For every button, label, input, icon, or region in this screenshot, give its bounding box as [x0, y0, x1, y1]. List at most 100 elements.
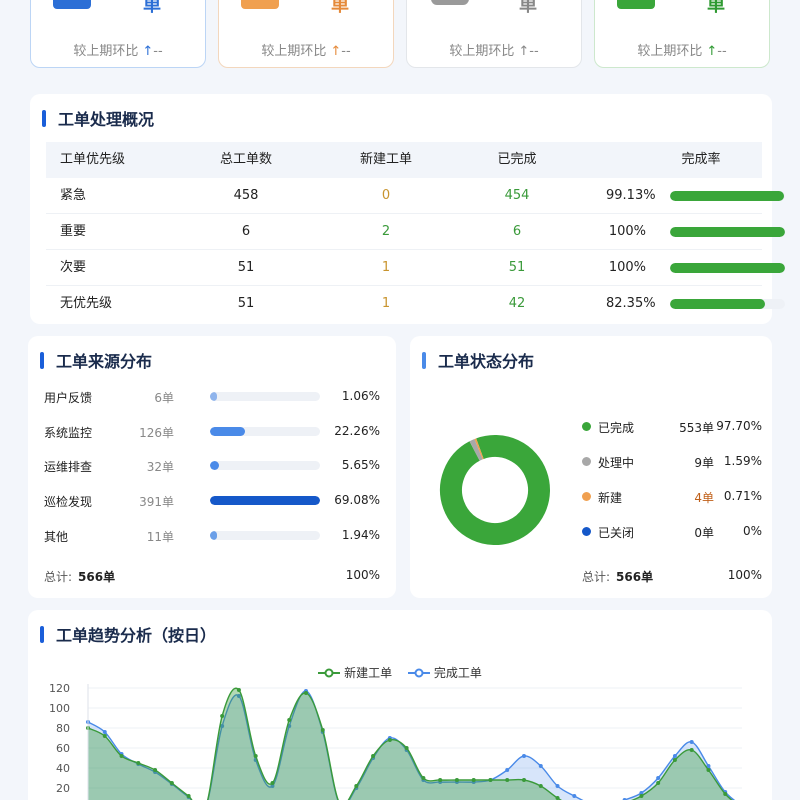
title-accent-bar — [42, 109, 46, 127]
list-item: 已完成 553单 97.70% — [582, 417, 762, 437]
data-point[interactable] — [572, 794, 577, 798]
y-tick-label: 120 — [49, 682, 70, 695]
data-point[interactable] — [689, 740, 694, 744]
kpi-unit: 单 — [331, 0, 349, 16]
arrow-up-icon: ↑ — [518, 44, 530, 59]
col-header-priority: 工单优先级 — [60, 152, 126, 167]
status-total: 总计: 566单 100% — [582, 568, 762, 584]
completion-bar — [670, 263, 785, 273]
data-point[interactable] — [438, 778, 443, 782]
data-point[interactable] — [102, 730, 107, 734]
list-item: 用户反馈 6单 1.06% — [44, 389, 380, 405]
list-item: 已关闭 0单 0% — [582, 522, 762, 542]
data-point[interactable] — [672, 754, 677, 758]
kpi-unit: 单 — [707, 0, 725, 16]
data-point[interactable] — [270, 781, 275, 785]
source-panel: 工单来源分布 用户反馈 6单 1.06% 系统监控 126单 22.26% 运维排查… — [28, 336, 396, 598]
data-point[interactable] — [119, 754, 124, 758]
data-point[interactable] — [672, 758, 677, 762]
ticket-icon — [53, 0, 91, 9]
data-point[interactable] — [488, 778, 493, 782]
data-point[interactable] — [354, 784, 359, 788]
source-bar — [210, 496, 320, 505]
source-bar — [210, 427, 320, 436]
legend-item-done[interactable]: 完成工单 — [407, 664, 482, 681]
list-item: 运维排查 32单 5.65% — [44, 458, 380, 474]
section-title: 工单状态分布 — [422, 348, 534, 372]
table-row: 重要 6 2 6 100% — [46, 214, 785, 250]
data-point[interactable] — [169, 781, 174, 785]
kpi-card-3: 单 较上期环比 ↑-- — [406, 0, 582, 68]
data-point[interactable] — [706, 768, 711, 772]
y-tick-label: 60 — [56, 742, 70, 755]
y-tick-label: 100 — [49, 702, 70, 715]
arrow-up-icon: ↑ — [706, 44, 718, 59]
list-item: 系统监控 126单 22.26% — [44, 424, 380, 440]
ticket-icon — [617, 0, 655, 9]
data-point[interactable] — [689, 748, 694, 752]
source-bar — [210, 461, 320, 470]
data-point[interactable] — [522, 754, 526, 758]
data-point[interactable] — [656, 776, 661, 780]
col-header-done: 已完成 — [497, 152, 537, 167]
data-point[interactable] — [102, 734, 107, 738]
trend-panel: 20 40 60 80 100 120 工单趋势分析（按日） 新建工单 完成工单 — [28, 610, 772, 800]
list-item: 处理中 9单 1.59% — [582, 452, 762, 472]
data-point[interactable] — [471, 778, 476, 782]
data-point[interactable] — [538, 764, 543, 768]
data-point[interactable] — [371, 754, 376, 758]
kpi-card-4: 单 较上期环比 ↑-- — [594, 0, 770, 68]
legend-line-icon — [318, 668, 341, 677]
data-point[interactable] — [421, 776, 426, 780]
kpi-compare: 较上期环比 ↑-- — [637, 44, 727, 59]
title-accent-bar — [40, 625, 44, 643]
ticket-icon — [241, 0, 279, 9]
data-point[interactable] — [555, 796, 560, 800]
data-point[interactable] — [538, 784, 543, 788]
data-point[interactable] — [387, 738, 392, 742]
y-tick-label: 80 — [56, 722, 70, 735]
source-bar — [210, 531, 320, 540]
kpi-compare: 较上期环比 ↑-- — [449, 44, 539, 59]
col-header-rate: 完成率 — [681, 152, 721, 167]
data-point[interactable] — [505, 768, 510, 772]
kpi-compare: 较上期环比 ↑-- — [261, 44, 351, 59]
completion-bar — [670, 227, 785, 237]
status-donut-chart — [439, 434, 552, 547]
table-row: 无优先级 51 1 42 82.35% — [46, 286, 785, 322]
data-point[interactable] — [136, 761, 141, 765]
list-item: 巡检发现 391单 69.08% — [44, 493, 380, 509]
data-point[interactable] — [304, 691, 308, 695]
list-item: 其他 11单 1.94% — [44, 528, 380, 544]
legend-line-icon — [407, 668, 430, 677]
arrow-up-icon: ↑ — [142, 44, 154, 59]
source-bar — [210, 392, 320, 401]
completion-bar — [670, 191, 785, 201]
data-point[interactable] — [454, 778, 459, 782]
data-point[interactable] — [639, 794, 644, 798]
title-accent-bar — [422, 351, 426, 369]
data-point[interactable] — [505, 778, 510, 782]
data-point[interactable] — [153, 768, 158, 772]
data-point[interactable] — [287, 718, 292, 722]
ticket-icon — [431, 0, 469, 5]
data-point[interactable] — [555, 784, 560, 788]
data-point[interactable] — [253, 754, 258, 758]
donut-slice-0[interactable] — [439, 434, 552, 547]
data-point[interactable] — [522, 778, 526, 782]
data-point[interactable] — [656, 781, 661, 785]
table-header: 工单优先级 总工单数 新建工单 已完成 完成率 — [46, 142, 762, 178]
data-point[interactable] — [186, 794, 191, 798]
section-title: 工单来源分布 — [40, 348, 152, 372]
table-row: 紧急 458 0 454 99.13% — [46, 178, 785, 214]
completion-bar — [670, 299, 785, 309]
data-point[interactable] — [404, 746, 409, 750]
kpi-unit: 单 — [519, 0, 537, 16]
data-point[interactable] — [220, 714, 225, 718]
legend-item-new[interactable]: 新建工单 — [318, 664, 392, 681]
data-point[interactable] — [236, 688, 241, 692]
kpi-unit: 单 — [143, 0, 161, 16]
data-point[interactable] — [320, 728, 325, 732]
data-point[interactable] — [723, 792, 728, 796]
y-tick-label: 20 — [56, 782, 70, 795]
